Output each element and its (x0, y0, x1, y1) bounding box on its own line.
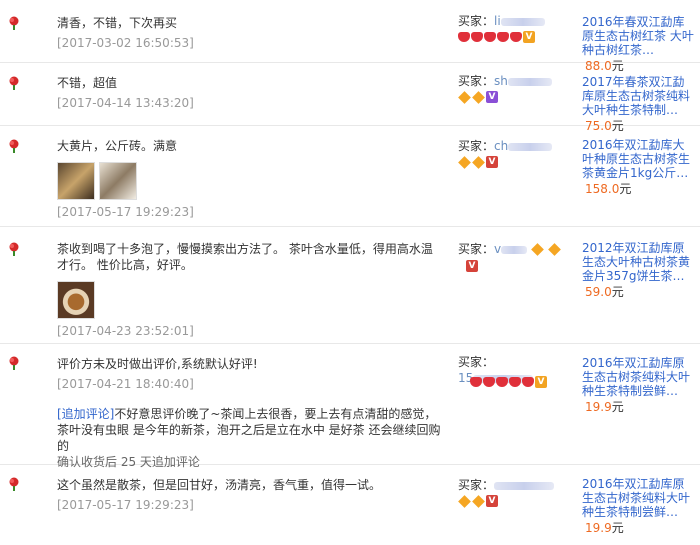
red-flower-icon (9, 139, 19, 153)
review-text: 茶收到喝了十多泡了，慢慢摸索出方法了。 茶叶含水量低，得用高水温才行。 性价比高… (57, 242, 433, 272)
red-heart-icon (510, 32, 522, 42)
yellow-diamond-icon (472, 494, 485, 508)
buyer-info: 买家：sh V (458, 73, 578, 104)
buyer-name[interactable]: ch (494, 139, 508, 153)
followup-text: 不好意思评价晚了~茶闻上去很香，要上去有点清甜的感觉，茶叶没有虫眼 是今年的新茶… (57, 407, 441, 453)
review-photo[interactable] (99, 162, 137, 200)
buyer-name[interactable]: sh (494, 74, 508, 88)
review-date: [2017-04-14 13:43:20] (57, 96, 194, 110)
review-date: [2017-04-23 23:52:01] (57, 324, 194, 338)
review-text: 评价方未及时做出评价,系统默认好评! (57, 357, 258, 371)
vip-badge-icon[interactable]: V (486, 91, 498, 103)
credit-badges: V (458, 90, 578, 104)
buyer-info: 买家：li V (458, 13, 578, 43)
red-flower-icon (9, 477, 19, 491)
review-date: [2017-04-21 18:40:40] (57, 377, 194, 391)
buyer-label: 买家： (458, 242, 495, 256)
review-text: 清香，不错，下次再买 (57, 16, 178, 30)
product-link[interactable]: 2016年双江勐库大叶种原生态古树茶生茶黄金片1kg公斤… (582, 138, 694, 180)
yellow-diamond-icon (472, 155, 485, 169)
red-heart-icon (484, 32, 496, 42)
yellow-diamond-icon (531, 243, 544, 256)
buyer-label: 买家： (458, 14, 495, 28)
yellow-diamond-icon (458, 90, 471, 104)
red-flower-icon (9, 356, 19, 370)
review-date: [2017-05-17 19:29:23] (57, 205, 194, 219)
vip-badge-icon[interactable]: V (486, 156, 498, 168)
review-item: 茶收到喝了十多泡了，慢慢摸索出方法了。 茶叶含水量低，得用高水温才行。 性价比高… (0, 227, 700, 344)
vip-badge-icon[interactable]: V (486, 495, 498, 507)
review-photo[interactable] (57, 281, 95, 319)
review-item: 清香，不错，下次再买 [2017-03-02 16:50:53] 买家：li V… (0, 0, 700, 73)
yellow-diamond-icon (458, 155, 471, 169)
review-text: 这个虽然是散茶，但是回甘好，汤清亮，香气重，值得一试。 (57, 478, 382, 492)
review-date: [2017-03-02 16:50:53] (57, 36, 194, 50)
yellow-diamond-icon (458, 494, 471, 508)
buyer-name[interactable]: li (494, 14, 501, 28)
review-text: 大黄片，公斤砖。满意 (57, 139, 178, 153)
red-flower-icon (9, 242, 19, 256)
buyer-name[interactable]: v (494, 242, 501, 256)
review-photos (57, 162, 442, 200)
product-price: 59.0元 (585, 285, 624, 299)
review-date: [2017-05-17 19:29:23] (57, 498, 194, 512)
buyer-info: 买家： V (458, 477, 578, 508)
red-heart-icon (471, 32, 483, 42)
followup-review: [追加评论]不好意思评价晚了~茶闻上去很香，要上去有点清甜的感觉，茶叶没有虫眼 … (57, 406, 442, 454)
review-item: 评价方未及时做出评价,系统默认好评! [2017-04-21 18:40:40]… (0, 344, 700, 469)
credit-badges: V (470, 376, 578, 388)
buyer-label: 买家： (458, 74, 495, 88)
red-heart-icon (497, 32, 509, 42)
vip-badge-icon[interactable]: V (523, 31, 535, 43)
review-item: 大黄片，公斤砖。满意 [2017-05-17 19:29:23] 买家：ch V… (0, 126, 700, 227)
credit-badges: V (458, 31, 578, 43)
yellow-diamond-icon (472, 90, 485, 104)
product-price: 19.9元 (585, 521, 624, 535)
buyer-info: 买家： 15 V (458, 354, 578, 388)
product-link[interactable]: 2016年双江勐库原生态古树茶纯料大叶种生茶特制尝鲜… (582, 356, 694, 398)
review-text: 不错，超值 (57, 76, 118, 90)
buyer-label: 买家： (458, 139, 495, 153)
credit-badges: V (458, 494, 578, 508)
review-photo[interactable] (57, 162, 95, 200)
review-item: 这个虽然是散茶，但是回甘好，汤清亮，香气重，值得一试。 [2017-05-17 … (0, 465, 700, 545)
product-price: 19.9元 (585, 400, 624, 414)
red-heart-icon (522, 377, 534, 387)
product-link[interactable]: 2012年双江勐库原生态大叶种古树茶黄金片357g饼生茶… (582, 241, 694, 283)
product-link[interactable]: 2017年春茶双江勐库原生态古树茶纯料大叶种生茶特制… (582, 75, 694, 117)
vip-badge-icon[interactable]: V (466, 259, 478, 272)
red-heart-icon (483, 377, 495, 387)
product-link[interactable]: 2016年双江勐库原生态古树茶纯料大叶种生茶特制尝鲜… (582, 477, 694, 519)
credit-badges: V (458, 155, 578, 169)
buyer-label: 买家： (458, 355, 495, 369)
yellow-diamond-icon (547, 243, 561, 256)
buyer-info: 买家：v V (458, 241, 578, 273)
red-heart-icon (509, 377, 521, 387)
vip-badge-icon[interactable]: V (535, 376, 547, 388)
followup-tag: [追加评论] (57, 407, 115, 421)
red-heart-icon (496, 377, 508, 387)
review-item: 不错，超值 [2017-04-14 13:43:20] 买家：sh V 2017… (0, 63, 700, 133)
product-price: 158.0元 (585, 182, 632, 196)
buyer-info: 买家：ch V (458, 138, 578, 169)
red-heart-icon (458, 32, 470, 42)
red-heart-icon (470, 377, 482, 387)
red-flower-icon (9, 76, 19, 90)
review-photos (57, 281, 442, 319)
product-link[interactable]: 2016年春双江勐库 原生态古树红茶 大叶种古树红茶… (582, 15, 694, 57)
red-flower-icon (9, 16, 19, 30)
buyer-label: 买家： (458, 478, 495, 492)
